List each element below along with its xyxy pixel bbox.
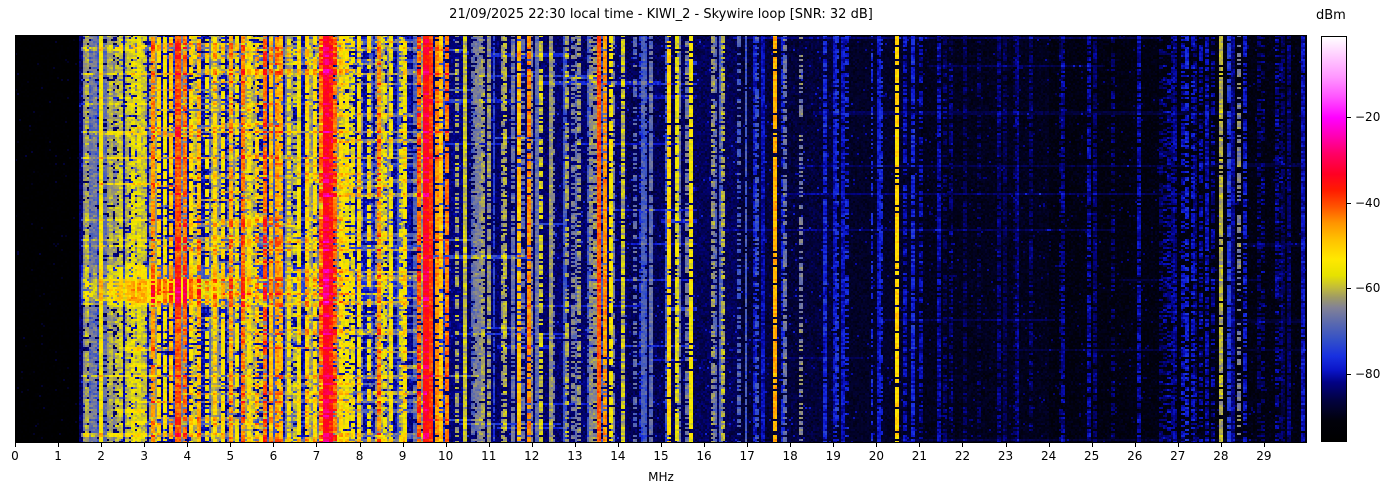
x-tick-mark bbox=[661, 443, 662, 447]
x-tick-mark bbox=[1263, 443, 1265, 447]
x-tick-label: 11 bbox=[481, 449, 497, 463]
x-tick-mark bbox=[876, 443, 878, 447]
x-tick-label: 14 bbox=[610, 449, 626, 463]
x-tick-mark bbox=[574, 443, 576, 447]
x-tick-mark bbox=[1091, 443, 1093, 447]
x-tick-mark bbox=[531, 443, 533, 447]
x-tick-label: 8 bbox=[355, 449, 364, 463]
x-tick-mark bbox=[747, 443, 749, 447]
x-tick-label: 13 bbox=[567, 449, 583, 463]
x-tick-mark bbox=[15, 443, 16, 447]
x-tick-label: 20 bbox=[868, 449, 884, 463]
x-tick-label: 5 bbox=[226, 449, 235, 463]
x-tick-label: 28 bbox=[1213, 449, 1229, 463]
x-tick-label: 7 bbox=[312, 449, 321, 463]
x-tick-mark bbox=[402, 443, 404, 447]
x-tick-label: 0 bbox=[11, 449, 19, 463]
x-tick-mark bbox=[445, 443, 447, 447]
x-tick-mark bbox=[144, 443, 146, 447]
x-tick-mark bbox=[316, 443, 318, 447]
x-tick-mark bbox=[1048, 443, 1050, 447]
colorbar-tick-mark bbox=[1347, 373, 1351, 375]
x-tick-mark bbox=[273, 443, 275, 447]
x-tick-mark bbox=[58, 443, 60, 447]
x-tick-mark bbox=[1177, 443, 1179, 447]
x-tick-label: 12 bbox=[524, 449, 540, 463]
x-tick-mark bbox=[359, 443, 361, 447]
x-tick-label: 6 bbox=[269, 449, 278, 463]
x-tick-label: 19 bbox=[825, 449, 841, 463]
x-tick-mark bbox=[790, 443, 792, 447]
x-tick-label: 1 bbox=[54, 449, 62, 463]
colorbar-tick-mark bbox=[1347, 117, 1351, 119]
x-axis-label: MHz bbox=[648, 470, 674, 484]
x-tick-mark bbox=[488, 443, 490, 447]
colorbar-tick-label: −60 bbox=[1355, 281, 1381, 296]
x-tick-mark bbox=[230, 443, 232, 447]
x-tick-label: 17 bbox=[739, 449, 755, 463]
x-tick-label: 10 bbox=[438, 449, 454, 463]
x-tick-label: 18 bbox=[782, 449, 798, 463]
x-tick-label: 29 bbox=[1256, 449, 1272, 463]
x-tick-mark bbox=[704, 443, 706, 447]
x-tick-mark bbox=[617, 443, 619, 447]
x-tick-label: 25 bbox=[1084, 449, 1100, 463]
colorbar-tick-label: −80 bbox=[1355, 366, 1381, 381]
x-tick-label: 22 bbox=[954, 449, 971, 463]
x-tick-mark bbox=[101, 443, 103, 447]
x-tick-mark bbox=[1134, 443, 1136, 447]
colorbar-tick-label: −40 bbox=[1355, 195, 1381, 210]
colorbar-unit-label: dBm bbox=[1316, 8, 1346, 23]
colorbar-tick-mark bbox=[1347, 202, 1351, 204]
x-tick-mark bbox=[1005, 443, 1007, 447]
x-tick-label: 27 bbox=[1170, 449, 1186, 463]
x-tick-mark bbox=[919, 443, 921, 447]
chart-title: 21/09/2025 22:30 local time - KIWI_2 - S… bbox=[449, 7, 873, 22]
x-tick-label: 4 bbox=[183, 449, 192, 463]
x-tick-label: 21 bbox=[911, 449, 928, 463]
x-tick-mark bbox=[1220, 443, 1222, 447]
colorbar-gradient bbox=[1321, 36, 1347, 442]
colorbar-tick-mark bbox=[1347, 288, 1351, 290]
waterfall-heatmap bbox=[15, 35, 1307, 443]
x-tick-label: 23 bbox=[997, 449, 1014, 463]
x-tick-label: 2 bbox=[97, 449, 105, 463]
x-tick-mark bbox=[962, 443, 964, 447]
x-tick-label: 24 bbox=[1040, 449, 1057, 463]
x-tick-label: 9 bbox=[398, 449, 407, 463]
x-tick-label: 3 bbox=[140, 449, 149, 463]
x-tick-label: 26 bbox=[1127, 449, 1143, 463]
x-tick-mark bbox=[833, 443, 835, 447]
x-tick-label: 15 bbox=[653, 449, 669, 463]
spectrogram-figure: 21/09/2025 22:30 local time - KIWI_2 - S… bbox=[0, 0, 1400, 500]
x-tick-mark bbox=[187, 443, 189, 447]
x-tick-label: 16 bbox=[696, 449, 712, 463]
colorbar-tick-label: −20 bbox=[1355, 110, 1381, 125]
